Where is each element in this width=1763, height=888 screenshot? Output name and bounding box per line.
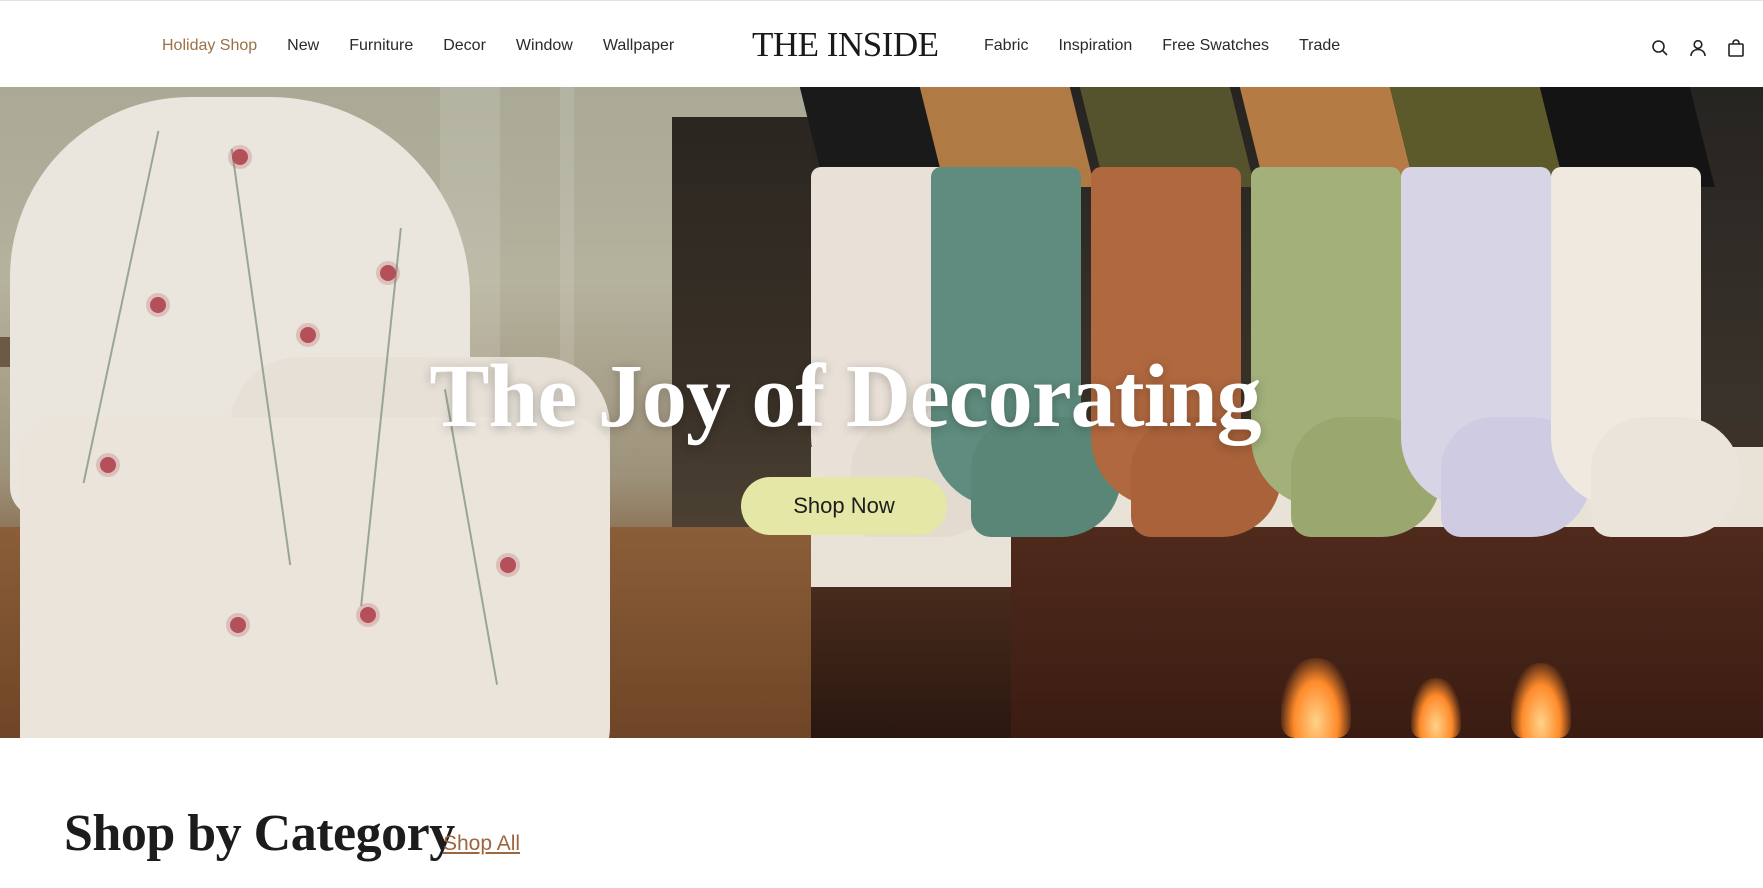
nav-decor[interactable]: Decor <box>443 37 486 55</box>
nav-inspiration[interactable]: Inspiration <box>1058 37 1132 55</box>
site-header: Holiday Shop New Furniture Decor Window … <box>0 1 1763 87</box>
nav-wallpaper[interactable]: Wallpaper <box>603 37 674 55</box>
primary-nav-left: Holiday Shop New Furniture Decor Window … <box>162 37 674 55</box>
site-logo[interactable]: THE INSIDE <box>752 25 939 65</box>
shop-now-button[interactable]: Shop Now <box>741 477 947 535</box>
shop-by-category-title: Shop by Category <box>64 805 455 862</box>
nav-furniture[interactable]: Furniture <box>349 37 413 55</box>
nav-fabric[interactable]: Fabric <box>984 37 1028 55</box>
cart-icon[interactable] <box>1726 38 1746 58</box>
search-icon[interactable] <box>1650 38 1670 58</box>
nav-new[interactable]: New <box>287 37 319 55</box>
header-icons <box>1650 38 1746 58</box>
account-icon[interactable] <box>1688 38 1708 58</box>
nav-trade[interactable]: Trade <box>1299 37 1340 55</box>
hero-banner: The Joy of Decorating Shop Now <box>0 87 1763 738</box>
shop-all-link[interactable]: Shop All <box>443 832 520 856</box>
nav-free-swatches[interactable]: Free Swatches <box>1162 37 1269 55</box>
primary-nav-right: Fabric Inspiration Free Swatches Trade <box>984 37 1340 55</box>
hero-title: The Joy of Decorating <box>429 347 1261 446</box>
nav-window[interactable]: Window <box>516 37 573 55</box>
nav-holiday-shop[interactable]: Holiday Shop <box>162 37 257 55</box>
